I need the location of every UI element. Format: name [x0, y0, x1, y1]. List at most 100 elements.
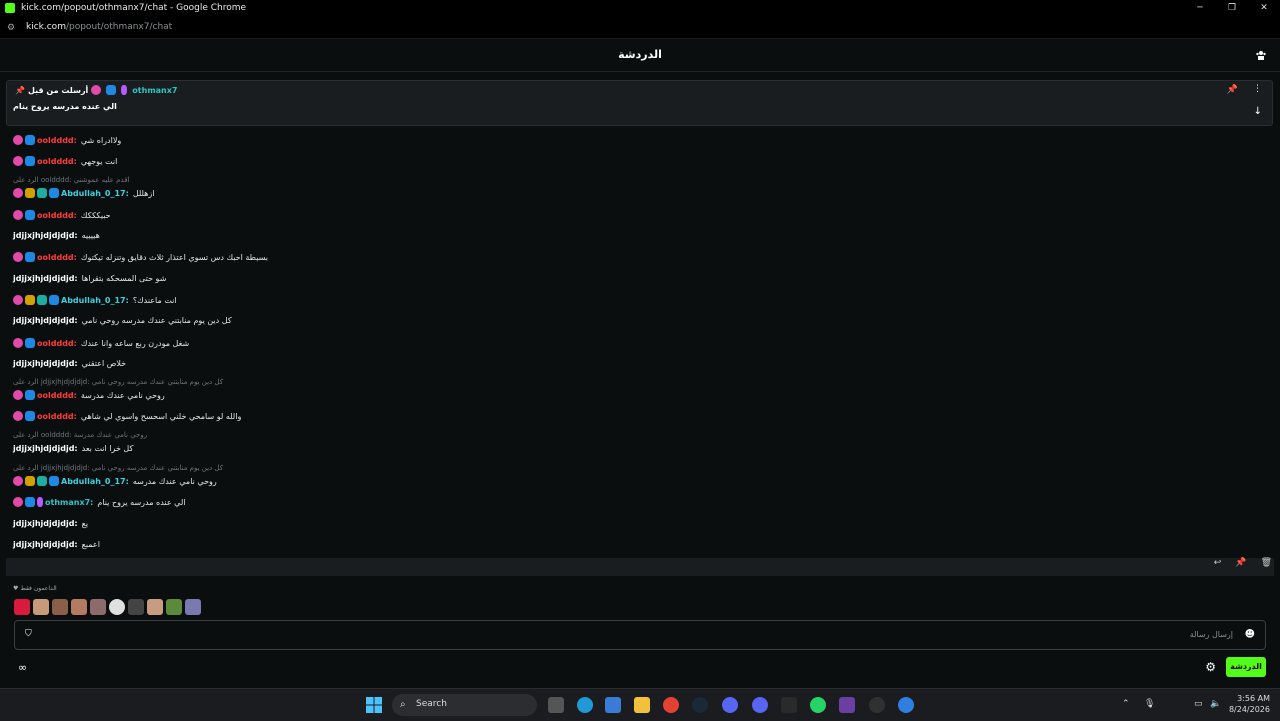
reply-icon[interactable]: ↩ — [1214, 558, 1222, 568]
chat-message[interactable]: Abdullah_0_17: روحي نامي عندك مدرسه — [13, 476, 217, 486]
infinity-icon[interactable]: ∞ — [18, 661, 27, 674]
taskbar-clock[interactable]: 3:56 AM 8/24/2026 — [1229, 693, 1270, 715]
chat-message[interactable]: jdjjxjhjdjdjdjd: اعمبع — [13, 540, 100, 549]
message-username[interactable]: jdjjxjhjdjdjdjd: — [13, 540, 78, 549]
broadcaster-badge-icon — [121, 85, 128, 95]
file-explorer-icon[interactable] — [634, 697, 650, 713]
restore-button[interactable]: ❐ — [1216, 0, 1248, 16]
system-tray: ⌃ 🎙 ▭ 🔈 3:56 AM 8/24/2026 — [1110, 689, 1280, 721]
emote-1-icon[interactable] — [14, 599, 30, 615]
windows-start-icon[interactable] — [366, 697, 382, 713]
minimize-button[interactable]: ─ — [1184, 0, 1216, 16]
chat-message[interactable]: ooldddd: ولاادراه شي — [13, 135, 121, 145]
message-username[interactable]: Abdullah_0_17: — [61, 296, 129, 305]
steam-icon[interactable] — [692, 697, 708, 713]
taskbar-search[interactable]: ⌕ Search — [392, 694, 537, 716]
emote-7-icon[interactable] — [128, 599, 144, 615]
message-username[interactable]: jdjjxjhjdjdjdjd: — [13, 231, 78, 240]
address-bar[interactable]: ⚙ kick.com /popout/othmanx7/chat — [0, 16, 1280, 38]
sub-badge-icon — [13, 210, 23, 220]
chat-message[interactable]: jdjjxjhjdjdjdjd: يع — [13, 519, 88, 528]
chat-message[interactable]: ooldddd: انت يوجهي — [13, 156, 117, 166]
whatsapp-icon[interactable] — [810, 697, 826, 713]
pinned-username[interactable]: othmanx7 — [132, 86, 177, 95]
chat-message[interactable]: othmanx7: الي عنده مدرسه يروح ينام — [13, 497, 186, 507]
message-username[interactable]: othmanx7: — [45, 498, 93, 507]
emote-4-icon[interactable] — [71, 599, 87, 615]
message-username[interactable]: ooldddd: — [37, 211, 77, 220]
game-icon[interactable] — [839, 697, 855, 713]
shield-icon[interactable]: ⛉ — [25, 629, 32, 639]
message-username[interactable]: Abdullah_0_17: — [61, 477, 129, 486]
pin-message-icon[interactable]: 📌 — [1235, 558, 1246, 568]
chat-message[interactable]: ooldddd: بسيطة احبك دس تسوي اعتذار ثلاث د… — [13, 252, 268, 262]
emote-6-icon[interactable] — [109, 599, 125, 615]
message-text: يع — [81, 519, 89, 528]
tray-chevron-icon[interactable]: ⌃ — [1122, 699, 1130, 709]
pinned-meta: 📌 أرسلت من قبل othmanx7 — [15, 85, 181, 95]
reply-reference[interactable]: الرد على ooldddd: روحي نامي عندك مدرسة — [13, 431, 147, 439]
edge-icon[interactable] — [577, 697, 593, 713]
volume-icon[interactable]: 🔈 — [1210, 699, 1221, 709]
sub-badge-icon — [13, 497, 23, 507]
chat-message[interactable]: ooldddd: شغل مودرن ربع ساعه وانا عندك — [13, 338, 189, 348]
message-username[interactable]: jdjjxjhjdjdjdjd: — [13, 316, 78, 325]
chat-message[interactable]: jdjjxjhjdjdjdjd: كل دين يوم منابتني عندك … — [13, 316, 232, 325]
discord-2-icon[interactable] — [752, 697, 768, 713]
app-blue-icon[interactable] — [898, 697, 914, 713]
message-username[interactable]: ooldddd: — [37, 412, 77, 421]
url-path: /popout/othmanx7/chat — [65, 22, 173, 32]
message-username[interactable]: jdjjxjhjdjdjdjd: — [13, 519, 78, 528]
message-username[interactable]: ooldddd: — [37, 339, 77, 348]
chat-message[interactable]: jdjjxjhjdjdjdjd: شو حتى المسحكه بتقراها — [13, 274, 166, 283]
mic-icon[interactable]: 🎙 — [1144, 699, 1155, 709]
app-icon[interactable] — [781, 697, 797, 713]
chat-message[interactable]: Abdullah_0_17: انت ماعندك؟ — [13, 295, 177, 305]
chat-message[interactable]: ooldddd: والله لو سامحي خلني اسحسح واسوي … — [13, 411, 241, 421]
close-button[interactable]: ✕ — [1248, 0, 1280, 16]
obs-icon[interactable] — [869, 697, 885, 713]
chat-message[interactable]: jdjjxjhjdjdjdjd: كل خرا انت بعد — [13, 444, 133, 453]
message-username[interactable]: ooldddd: — [37, 157, 77, 166]
settings-gear-icon[interactable]: ⚙ — [1205, 660, 1216, 674]
message-username[interactable]: jdjjxjhjdjdjdjd: — [13, 274, 78, 283]
discord-icon[interactable] — [722, 697, 738, 713]
message-username[interactable]: Abdullah_0_17: — [61, 189, 129, 198]
store-icon[interactable] — [605, 697, 621, 713]
reply-reference[interactable]: الرد على jdjjxjhjdjdjdjd: كل دين يوم منا… — [13, 378, 223, 386]
emote-8-icon[interactable] — [147, 599, 163, 615]
unpin-icon[interactable]: 📌 — [1227, 85, 1238, 95]
chat-message[interactable]: jdjjxjhjdjdjdjd: هييييه — [13, 231, 100, 240]
network-icon[interactable]: ▭ — [1194, 699, 1203, 709]
message-username[interactable]: ooldddd: — [37, 136, 77, 145]
emote-3-icon[interactable] — [52, 599, 68, 615]
chrome-icon[interactable] — [663, 697, 679, 713]
message-username[interactable]: ooldddd: — [37, 391, 77, 400]
message-text: روحي نامي عندك مدرسه — [132, 476, 217, 486]
message-username[interactable]: jdjjxjhjdjdjdjd: — [13, 444, 78, 453]
reply-reference[interactable]: الرد على ooldddd: اقدم عليه عموشني — [13, 176, 129, 184]
send-chat-button[interactable]: الدردشة — [1226, 657, 1266, 677]
emote-9-icon[interactable] — [166, 599, 182, 615]
site-info-icon[interactable]: ⚙ — [7, 23, 19, 33]
chat-message[interactable]: ooldddd: روحي نامي عندك مدرسة — [13, 390, 165, 400]
sub-badge-icon — [13, 135, 23, 145]
message-username[interactable]: jdjjxjhjdjdjdjd: — [13, 359, 78, 368]
chat-message[interactable]: ooldddd: حبيكككك — [13, 210, 111, 220]
task-view-icon[interactable] — [548, 697, 564, 713]
emote-10-icon[interactable] — [185, 599, 201, 615]
sub-badge-icon — [13, 411, 23, 421]
chat-message[interactable]: Abdullah_0_17: ازهللل — [13, 188, 155, 198]
emote-2-icon[interactable] — [33, 599, 49, 615]
emote-5-icon[interactable] — [90, 599, 106, 615]
users-icon[interactable] — [1256, 50, 1266, 60]
vip-badge-icon — [106, 85, 117, 95]
emoji-picker-icon[interactable]: ☻ — [1245, 629, 1255, 640]
reply-reference[interactable]: الرد على jdjjxjhjdjdjdjd: كل دين يوم منا… — [13, 464, 223, 472]
more-options-icon[interactable]: ⋮ — [1253, 84, 1262, 94]
message-username[interactable]: ooldddd: — [37, 253, 77, 262]
expand-down-icon[interactable]: ↓ — [1254, 106, 1262, 117]
delete-icon[interactable]: 🗑 — [1261, 558, 1272, 568]
chat-input[interactable]: ⛉ إرسال رسالة ☻ — [14, 620, 1266, 650]
chat-message[interactable]: jdjjxjhjdjdjdjd: خلاص اعتقني — [13, 359, 126, 368]
